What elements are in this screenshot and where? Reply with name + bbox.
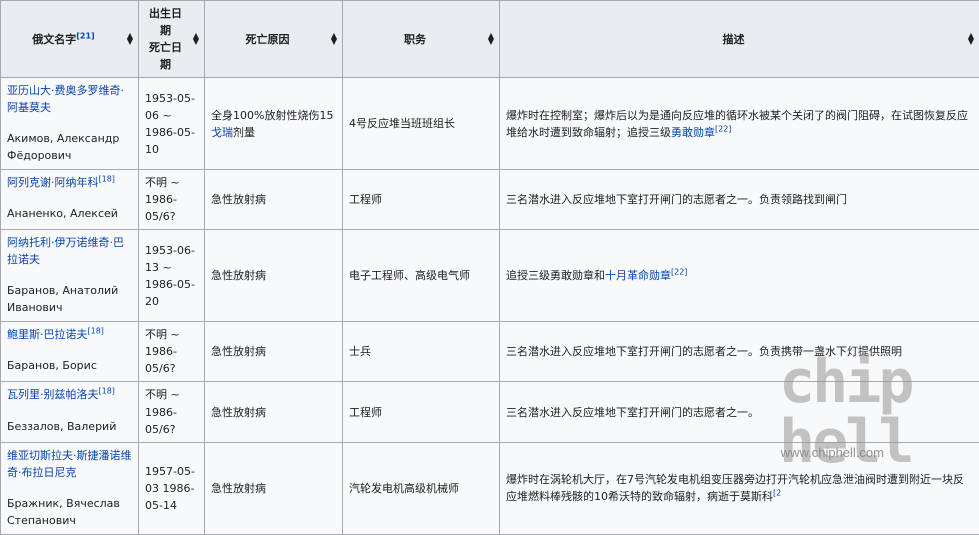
russian-name: Акимов, Александр Фёдорович — [7, 130, 132, 164]
column-header-2[interactable]: 死亡原因 ▲▼ — [205, 1, 343, 78]
person-link[interactable]: 瓦列里·别兹帕洛夫 — [7, 388, 99, 401]
column-header-3[interactable]: 职务 ▲▼ — [343, 1, 500, 78]
cause-text: 急性放射病 — [211, 269, 266, 282]
russian-name: Ананенко, Алексей — [7, 205, 132, 222]
position-cell: 电子工程师、高级电气师 — [343, 230, 500, 322]
sort-icon[interactable]: ▲▼ — [968, 33, 974, 45]
column-header-label: 俄文名字 — [32, 33, 76, 46]
reference-link[interactable]: [22] — [715, 124, 731, 133]
column-header-label: 描述 — [723, 33, 745, 46]
person-link[interactable]: 阿列克谢·阿纳年科 — [7, 176, 99, 189]
table-row: 亚历山大·费奥多罗维奇·阿基莫夫 Акимов, Александр Фёдоро… — [1, 78, 979, 170]
position-cell: 工程师 — [343, 170, 500, 230]
name-cell: 阿列克谢·阿纳年科[18] Ананенко, Алексей — [1, 170, 139, 230]
person-link[interactable]: 亚历山大·费奥多罗维奇·阿基莫夫 — [7, 84, 124, 114]
description-cell: 爆炸时在控制室；爆炸后以为是通向反应堆的循环水被某个关闭了的阀门阻碍，在试图恢复… — [500, 78, 979, 170]
table-row: 鲍里斯·巴拉诺夫[18] Баранов, Борис 不明 ~ 1986-05/6… — [1, 322, 979, 382]
cause-cell: 急性放射病 — [205, 230, 343, 322]
description-cell: 追授三级勇敢勋章和十月革命勋章[22] — [500, 230, 979, 322]
dates-cell: 不明 ~ 1986-05/6? — [139, 382, 205, 442]
table-row: 阿列克谢·阿纳年科[18] Ананенко, Алексей 不明 ~ 1986-… — [1, 170, 979, 230]
cause-text: 急性放射病 — [211, 345, 266, 358]
cause-cell: 急性放射病 — [205, 322, 343, 382]
cause-text: 全身100%放射性烧伤15 — [211, 109, 333, 122]
cause-text: 急性放射病 — [211, 482, 266, 495]
person-link[interactable]: 阿纳托利·伊万诺维奇·巴拉诺夫 — [7, 236, 124, 266]
sort-icon[interactable]: ▲▼ — [193, 33, 199, 45]
russian-name: Беззалов, Валерий — [7, 418, 132, 435]
description-cell: 三名潜水进入反应堆地下室打开闸门的志愿者之一。 — [500, 382, 979, 442]
position-cell: 士兵 — [343, 322, 500, 382]
person-link[interactable]: 维亚切斯拉夫·斯捷潘诺维奇·布拉日尼克 — [7, 449, 132, 479]
column-header-label: 死亡原因 — [246, 33, 290, 46]
description-text: 爆炸时在涡轮机大厅，在7号汽轮发电机组变压器旁边打开汽轮机应急泄油阀时遭到附近一… — [506, 473, 964, 503]
cause-cell: 全身100%放射性烧伤15 戈瑞剂量 — [205, 78, 343, 170]
dates-cell: 1953-06-13 ~ 1986-05-20 — [139, 230, 205, 322]
column-header-label: 职务 — [404, 33, 426, 46]
table-row: 瓦列里·别兹帕洛夫[18] Беззалов, Валерий 不明 ~ 1986-… — [1, 382, 979, 442]
cause-cell: 急性放射病 — [205, 382, 343, 442]
sort-icon[interactable]: ▲▼ — [331, 33, 337, 45]
medal-link[interactable]: 勇敢勋章 — [671, 126, 715, 139]
position-cell: 4号反应堆当班班组长 — [343, 78, 500, 170]
unit-link[interactable]: 戈瑞 — [211, 126, 233, 139]
dates-cell: 不明 ~ 1986-05/6? — [139, 170, 205, 230]
position-cell: 汽轮发电机高级机械师 — [343, 442, 500, 534]
cause-text: 急性放射病 — [211, 406, 266, 419]
table-body: 亚历山大·费奥多罗维奇·阿基莫夫 Акимов, Александр Фёдоро… — [1, 78, 979, 534]
description-cell: 爆炸时在涡轮机大厅，在7号汽轮发电机组变压器旁边打开汽轮机应急泄油阀时遭到附近一… — [500, 442, 979, 534]
sort-icon[interactable]: ▲▼ — [127, 33, 133, 45]
name-cell: 亚历山大·费奥多罗维奇·阿基莫夫 Акимов, Александр Фёдоро… — [1, 78, 139, 170]
description-cell: 三名潜水进入反应堆地下室打开闸门的志愿者之一。负责携带一盏水下灯提供照明 — [500, 322, 979, 382]
russian-name: Баранов, Борис — [7, 357, 132, 374]
medal-link[interactable]: 十月革命勋章 — [605, 269, 671, 282]
reference-link[interactable]: [22] — [671, 268, 687, 277]
cause-text: 急性放射病 — [211, 193, 266, 206]
name-cell: 阿纳托利·伊万诺维奇·巴拉诺夫 Баранов, Анатолий Иванови… — [1, 230, 139, 322]
reference-link[interactable]: [18] — [99, 175, 115, 184]
table-header-row: 俄文名字[21] ▲▼ 出生日期 死亡日期 ▲▼ 死亡原因 ▲▼ 职务 ▲▼ 描述 ▲▼ — [1, 1, 979, 78]
cause-cell: 急性放射病 — [205, 170, 343, 230]
position-cell: 工程师 — [343, 382, 500, 442]
russian-name: Бражник, Вячеслав Степанович — [7, 495, 132, 529]
description-cell: 三名潜水进入反应堆地下室打开闸门的志愿者之一。负责领路找到闸门 — [500, 170, 979, 230]
table-row: 阿纳托利·伊万诺维奇·巴拉诺夫 Баранов, Анатолий Иванови… — [1, 230, 979, 322]
casualty-table: 俄文名字[21] ▲▼ 出生日期 死亡日期 ▲▼ 死亡原因 ▲▼ 职务 ▲▼ 描述 ▲▼ 亚历山大… — [0, 0, 979, 535]
name-cell: 瓦列里·别兹帕洛夫[18] Беззалов, Валерий — [1, 382, 139, 442]
dates-cell: 不明 ~ 1986-05/6? — [139, 322, 205, 382]
cause-cell: 急性放射病 — [205, 442, 343, 534]
reference-link[interactable]: [18] — [88, 327, 104, 336]
table-row: 维亚切斯拉夫·斯捷潘诺维奇·布拉日尼克 Бражник, Вячеслав Сте… — [1, 442, 979, 534]
reference-link[interactable]: [21] — [76, 31, 94, 40]
column-header-4[interactable]: 描述 ▲▼ — [500, 1, 979, 78]
dates-cell: 1957-05-03 1986-05-14 — [139, 442, 205, 534]
russian-name: Баранов, Анатолий Иванович — [7, 282, 132, 316]
description-text: 三名潜水进入反应堆地下室打开闸门的志愿者之一。 — [506, 406, 759, 419]
cause-suffix: 剂量 — [233, 126, 255, 139]
reference-link[interactable]: [18] — [99, 387, 115, 396]
person-link[interactable]: 鲍里斯·巴拉诺夫 — [7, 328, 88, 341]
name-cell: 鲍里斯·巴拉诺夫[18] Баранов, Борис — [1, 322, 139, 382]
description-text: 三名潜水进入反应堆地下室打开闸门的志愿者之一。负责领路找到闸门 — [506, 193, 847, 206]
column-header-0[interactable]: 俄文名字[21] ▲▼ — [1, 1, 139, 78]
sort-icon[interactable]: ▲▼ — [488, 33, 494, 45]
column-header-label: 出生日期 死亡日期 — [149, 7, 182, 71]
description-text: 三名潜水进入反应堆地下室打开闸门的志愿者之一。负责携带一盏水下灯提供照明 — [506, 345, 902, 358]
description-text: 追授三级勇敢勋章和 — [506, 269, 605, 282]
column-header-1[interactable]: 出生日期 死亡日期 ▲▼ — [139, 1, 205, 78]
name-cell: 维亚切斯拉夫·斯捷潘诺维奇·布拉日尼克 Бражник, Вячеслав Сте… — [1, 442, 139, 534]
description-text: 爆炸时在控制室；爆炸后以为是通向反应堆的循环水被某个关闭了的阀门阻碍，在试图恢复… — [506, 109, 968, 139]
dates-cell: 1953-05-06 ~ 1986-05-10 — [139, 78, 205, 170]
